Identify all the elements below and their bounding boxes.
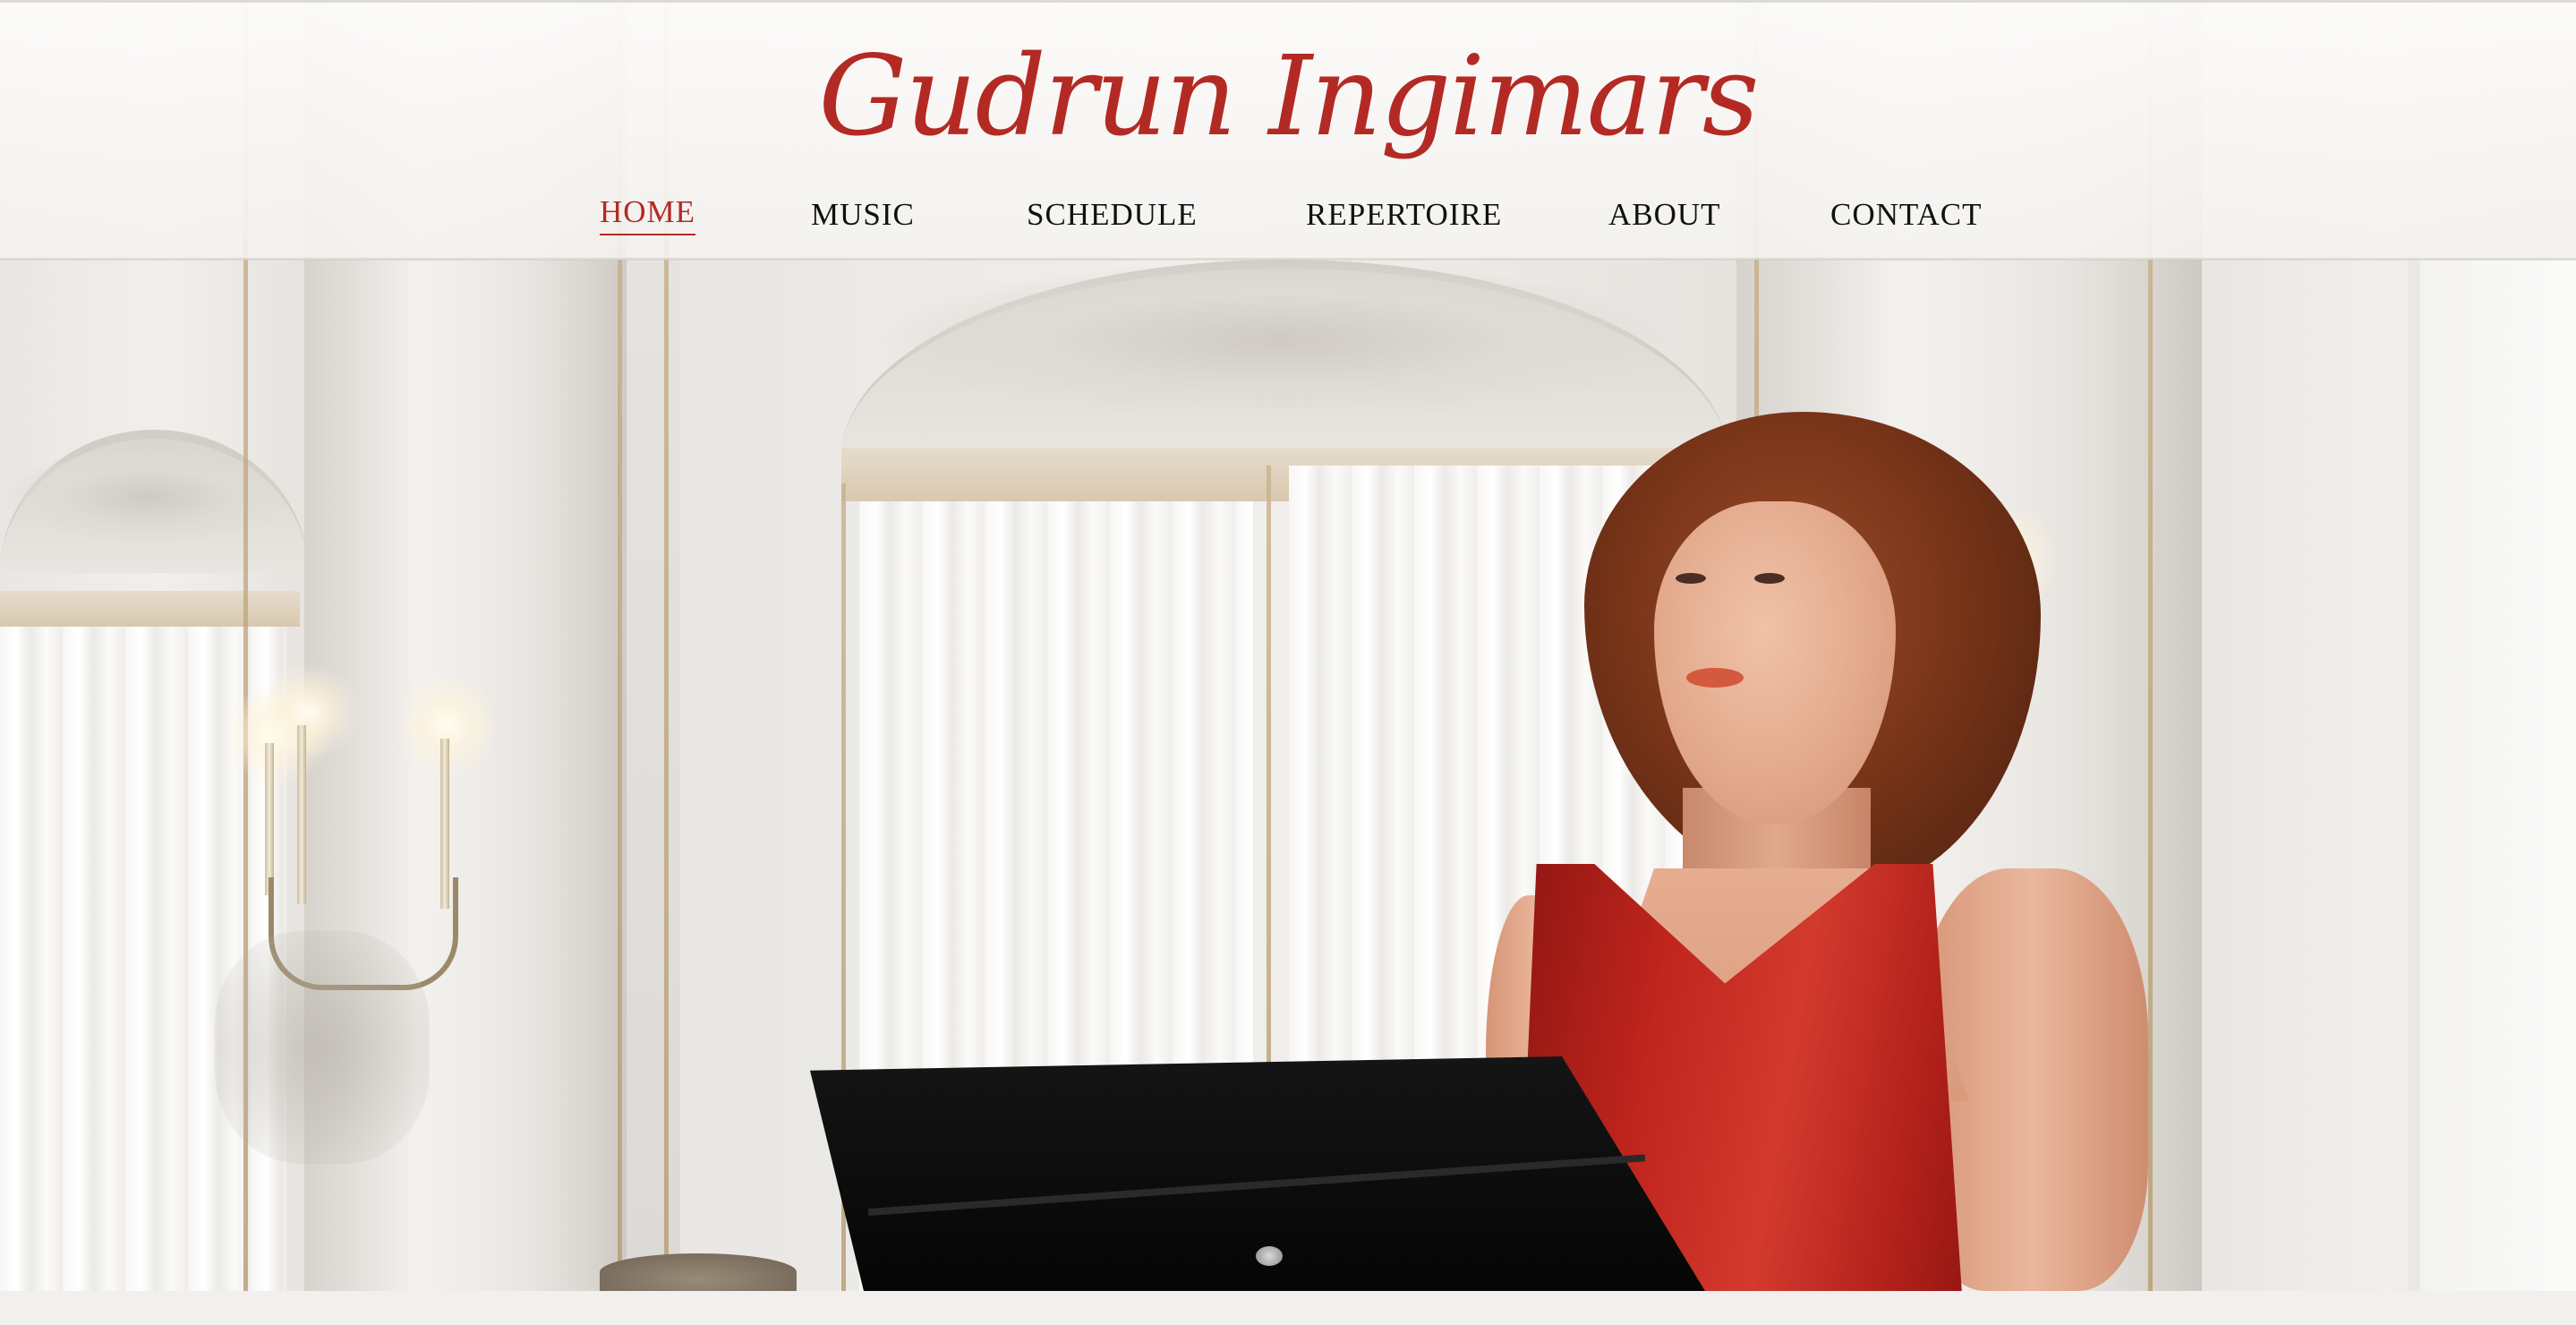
header-divider <box>0 258 2576 261</box>
singer-eye-right <box>1754 573 1785 584</box>
door-right <box>2408 260 2576 1291</box>
site-header: Gudrun Ingimars HOME MUSIC SCHEDULE REPE… <box>0 0 2576 260</box>
nav-schedule[interactable]: SCHEDULE <box>1027 192 1198 237</box>
main-nav: HOME MUSIC SCHEDULE REPERTOIRE ABOUT CON… <box>0 192 2576 237</box>
singer-lips <box>1686 668 1744 688</box>
nav-home[interactable]: HOME <box>600 192 696 235</box>
singer-eye-left <box>1676 573 1706 584</box>
nav-contact[interactable]: CONTACT <box>1830 192 1982 237</box>
nav-music[interactable]: MUSIC <box>811 192 915 237</box>
ornament-left <box>0 448 295 546</box>
nav-repertoire[interactable]: REPERTOIRE <box>1306 192 1502 237</box>
sconce-glow-2 <box>260 662 358 761</box>
ornament-center <box>877 260 1683 421</box>
page-bottom-strip <box>0 1291 2576 1325</box>
frame-bar-left <box>0 591 300 627</box>
music-stand-knob <box>1256 1246 1283 1266</box>
audience-head <box>600 1253 797 1291</box>
page: Gudrun Ingimars HOME MUSIC SCHEDULE REPE… <box>0 0 2576 1325</box>
nav-about[interactable]: ABOUT <box>1608 192 1721 237</box>
candle-1 <box>265 743 274 895</box>
site-logo[interactable]: Gudrun Ingimars <box>0 30 2576 164</box>
sconce-crystals <box>215 931 430 1164</box>
